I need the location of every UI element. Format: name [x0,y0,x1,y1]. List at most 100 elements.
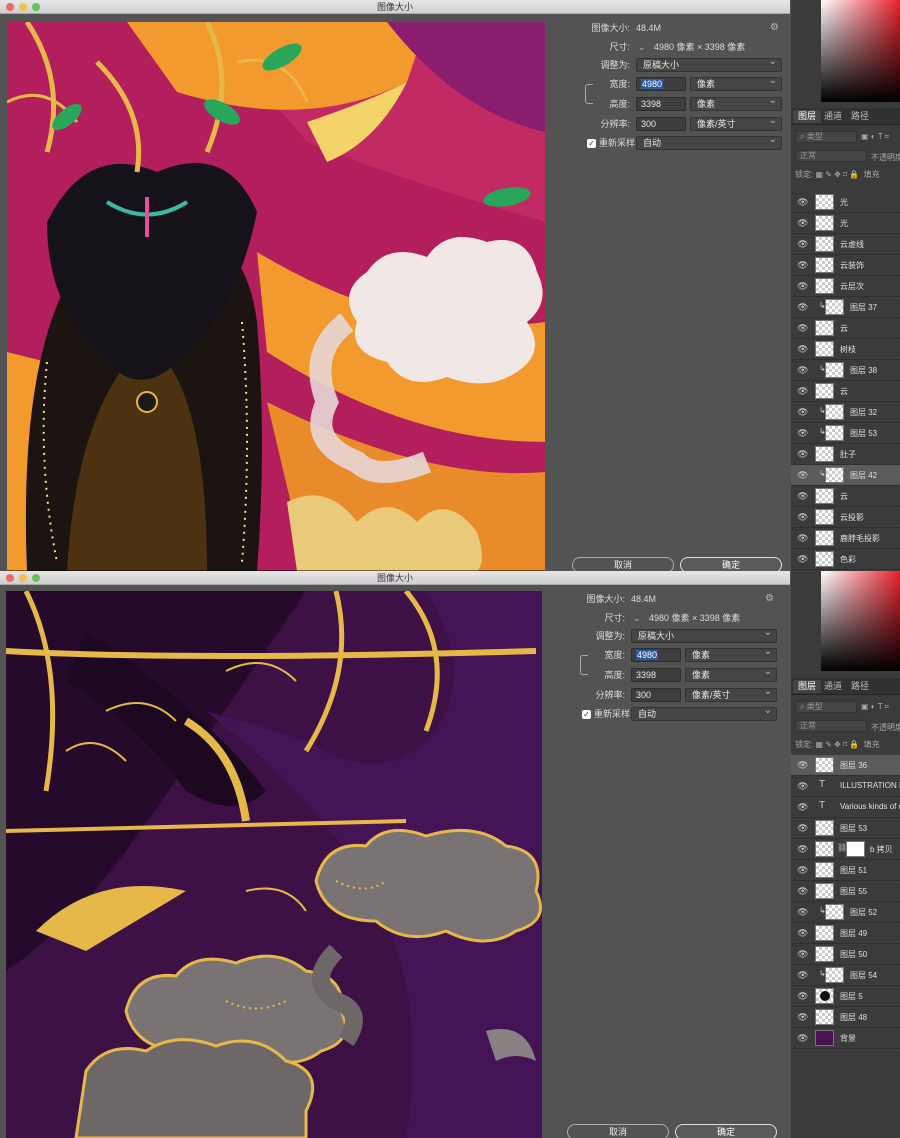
tab-layers[interactable]: 图层 [793,110,822,123]
layer-filter-select[interactable]: ⌕ 类型 [795,131,857,143]
blend-mode-select[interactable]: 正常 [795,720,867,732]
layer-name[interactable]: ILLUSTRATION DE [840,781,900,790]
layer-name[interactable]: 图层 54 [850,970,877,981]
lock-icons[interactable]: ▦ ✎ ✥ ⌑ 🔒 [815,740,859,749]
layer-name[interactable]: 云 [840,386,848,397]
eye-icon[interactable]: 👁 [797,239,808,249]
layer-row[interactable]: 👁 图层 51 [791,860,900,881]
eye-icon[interactable]: 👁 [797,781,808,791]
chevron-down-icon[interactable]: ⌄ [638,39,646,55]
tab-layers[interactable]: 图层 [793,680,822,693]
layer-row[interactable]: 👁 图层 49 [791,923,900,944]
fit-to-select[interactable]: 原稿大小 [631,627,777,643]
eye-icon[interactable]: 👁 [797,1033,808,1043]
minimize-window-button[interactable] [19,3,27,11]
close-window-button[interactable] [6,574,14,582]
layer-name[interactable]: 云投影 [840,512,864,523]
layer-name[interactable]: 肚子 [840,449,856,460]
layer-name[interactable]: 云层次 [840,281,864,292]
layer-name[interactable]: 云 [840,491,848,502]
height-input[interactable]: 3398 [636,97,686,111]
eye-icon[interactable]: 👁 [797,428,808,438]
eye-icon[interactable]: 👁 [797,197,808,207]
layer-name[interactable]: b 拷贝 [870,844,893,855]
gear-icon[interactable]: ⚙ [765,591,774,607]
close-window-button[interactable] [6,3,14,11]
layer-name[interactable]: 云 [840,323,848,334]
filter-icons[interactable]: ▣ ◐ T ⌗ [861,702,889,712]
eye-icon[interactable]: 👁 [797,760,808,770]
tab-channels[interactable]: 通道 [819,680,847,693]
layer-name[interactable]: 图层 53 [840,823,867,834]
blend-mode-select[interactable]: 正常 [795,150,867,162]
eye-icon[interactable]: 👁 [797,823,808,833]
layer-name[interactable]: 图层 52 [850,907,877,918]
color-picker[interactable] [821,0,900,102]
layer-row[interactable]: 👁 T ILLUSTRATION DE [791,776,900,797]
eye-icon[interactable]: 👁 [797,512,808,522]
filter-icons[interactable]: ▣ ◐ T ⌗ [861,132,889,142]
eye-icon[interactable]: 👁 [797,470,808,480]
eye-icon[interactable]: 👁 [797,281,808,291]
tab-channels[interactable]: 通道 [819,110,847,123]
ok-button[interactable]: 确定 [680,557,782,571]
layer-row[interactable]: 👁 ⛓ b 拷贝 [791,839,900,860]
layer-name[interactable]: 图层 48 [840,1012,867,1023]
eye-icon[interactable]: 👁 [797,386,808,396]
resolution-input[interactable]: 300 [636,117,686,131]
resample-select[interactable]: 自动 [631,705,777,721]
cancel-button[interactable]: 取消 [567,1124,669,1138]
width-input[interactable]: 4980 [631,648,681,662]
zoom-window-button[interactable] [32,574,40,582]
layer-name[interactable]: 图层 36 [840,760,867,771]
eye-icon[interactable]: 👁 [797,928,808,938]
layer-row[interactable]: 👁 ↳ 图层 37 [791,297,900,318]
layer-row[interactable]: 👁 图层 50 [791,944,900,965]
layer-name[interactable]: 图层 51 [840,865,867,876]
layer-row[interactable]: 👁 云虚线 [791,234,900,255]
height-unit-select[interactable]: 像素 [685,666,777,682]
eye-icon[interactable]: 👁 [797,302,808,312]
layer-row[interactable]: 👁 鹿脖毛投影 [791,528,900,549]
layer-row[interactable]: 👁 光 [791,213,900,234]
eye-icon[interactable]: 👁 [797,991,808,1001]
eye-icon[interactable]: 👁 [797,802,808,812]
layer-mask-thumbnail[interactable] [846,841,865,857]
layer-name[interactable]: 图层 5 [840,991,863,1002]
layer-name[interactable]: 光 [840,197,848,208]
layer-name[interactable]: 图层 50 [840,949,867,960]
eye-icon[interactable]: 👁 [797,491,808,501]
resample-checkbox[interactable]: ✓ [587,139,596,148]
layer-name[interactable]: 图层 55 [840,886,867,897]
layer-row[interactable]: 👁 云装饰 [791,255,900,276]
zoom-window-button[interactable] [32,3,40,11]
eye-icon[interactable]: 👁 [797,886,808,896]
eye-icon[interactable]: 👁 [797,907,808,917]
layer-row[interactable]: 👁 ↳ 图层 38 [791,360,900,381]
layer-name[interactable]: 光 [840,218,848,229]
layer-row[interactable]: 👁 图层 53 [791,818,900,839]
eye-icon[interactable]: 👁 [797,949,808,959]
layer-name[interactable]: 色彩 [840,554,856,565]
height-unit-select[interactable]: 像素 [690,95,782,111]
width-unit-select[interactable]: 像素 [690,75,782,91]
eye-icon[interactable]: 👁 [797,218,808,228]
layer-row[interactable]: 👁 ↳ 图层 32 [791,402,900,423]
eye-icon[interactable]: 👁 [797,449,808,459]
layer-row[interactable]: 👁 云 [791,318,900,339]
resolution-unit-select[interactable]: 像素/英寸 [690,115,782,131]
chevron-down-icon[interactable]: ⌄ [633,610,641,626]
eye-icon[interactable]: 👁 [797,407,808,417]
layer-name[interactable]: 图层 38 [850,365,877,376]
resolution-unit-select[interactable]: 像素/英寸 [685,686,777,702]
resample-select[interactable]: 自动 [636,134,782,150]
fit-to-select[interactable]: 原稿大小 [636,56,782,72]
eye-icon[interactable]: 👁 [797,844,808,854]
eye-icon[interactable]: 👁 [797,323,808,333]
layer-row[interactable]: 👁 ↳ 图层 53 [791,423,900,444]
layer-row[interactable]: 👁 图层 55 [791,881,900,902]
resolution-input[interactable]: 300 [631,688,681,702]
layer-row[interactable]: 👁 图层 5 [791,986,900,1007]
layer-row[interactable]: 👁 树枝 [791,339,900,360]
layer-name[interactable]: 云虚线 [840,239,864,250]
